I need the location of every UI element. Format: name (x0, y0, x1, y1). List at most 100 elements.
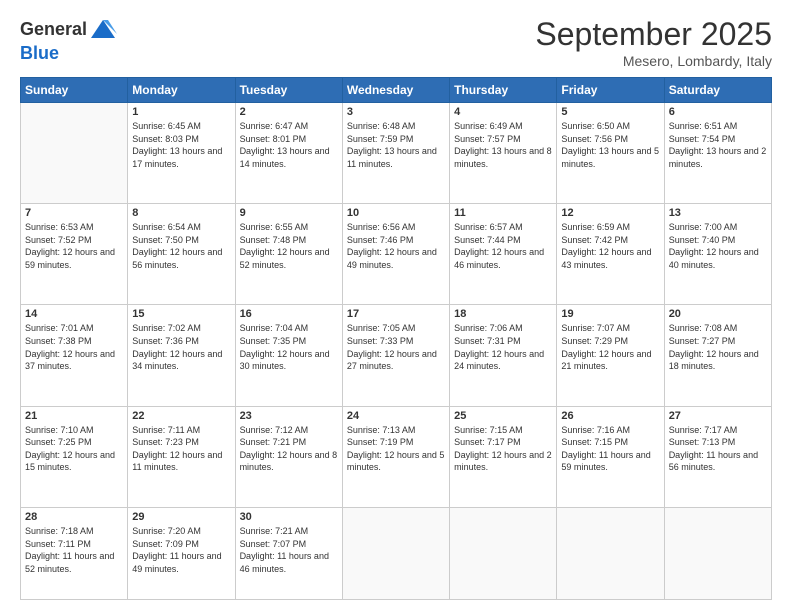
day-number: 13 (669, 207, 767, 219)
day-number: 28 (25, 511, 123, 523)
calendar-header-sunday: Sunday (21, 78, 128, 103)
day-number: 27 (669, 410, 767, 422)
calendar-week-row: 21Sunrise: 7:10 AMSunset: 7:25 PMDayligh… (21, 406, 772, 507)
calendar-cell (450, 507, 557, 599)
calendar-cell: 25 Sunrise: 7:15 AMSunset: 7:17 PMDayligh… (450, 406, 557, 507)
calendar-header-monday: Monday (128, 78, 235, 103)
calendar-cell: 14 Sunrise: 7:01 AMSunset: 7:38 PMDayligh… (21, 305, 128, 406)
day-number: 23 (240, 410, 338, 422)
day-number: 11 (454, 207, 552, 219)
logo-general: General (20, 20, 87, 40)
day-number: 3 (347, 106, 445, 118)
day-number: 6 (669, 106, 767, 118)
day-number: 2 (240, 106, 338, 118)
calendar-cell: 28 Sunrise: 7:18 AMSunset: 7:11 PMDayligh… (21, 507, 128, 599)
day-number: 12 (561, 207, 659, 219)
day-number: 20 (669, 308, 767, 320)
day-number: 15 (132, 308, 230, 320)
day-info: Sunrise: 6:49 AMSunset: 7:57 PMDaylight:… (454, 120, 552, 170)
calendar-cell: 3 Sunrise: 6:48 AMSunset: 7:59 PMDaylight… (342, 103, 449, 204)
day-number: 21 (25, 410, 123, 422)
calendar-header-row: SundayMondayTuesdayWednesdayThursdayFrid… (21, 78, 772, 103)
day-info: Sunrise: 7:13 AMSunset: 7:19 PMDaylight:… (347, 424, 445, 474)
day-info: Sunrise: 7:00 AMSunset: 7:40 PMDaylight:… (669, 221, 767, 271)
calendar-cell: 24 Sunrise: 7:13 AMSunset: 7:19 PMDayligh… (342, 406, 449, 507)
day-info: Sunrise: 7:05 AMSunset: 7:33 PMDaylight:… (347, 322, 445, 372)
calendar-header-wednesday: Wednesday (342, 78, 449, 103)
calendar-cell (342, 507, 449, 599)
day-info: Sunrise: 7:07 AMSunset: 7:29 PMDaylight:… (561, 322, 659, 372)
calendar-week-row: 28 Sunrise: 7:18 AMSunset: 7:11 PMDayligh… (21, 507, 772, 599)
calendar-cell: 6 Sunrise: 6:51 AMSunset: 7:54 PMDaylight… (664, 103, 771, 204)
location: Mesero, Lombardy, Italy (535, 53, 772, 69)
calendar-cell: 19 Sunrise: 7:07 AMSunset: 7:29 PMDayligh… (557, 305, 664, 406)
day-number: 10 (347, 207, 445, 219)
calendar-cell: 13 Sunrise: 7:00 AMSunset: 7:40 PMDayligh… (664, 204, 771, 305)
day-info: Sunrise: 7:08 AMSunset: 7:27 PMDaylight:… (669, 322, 767, 372)
calendar-cell: 15 Sunrise: 7:02 AMSunset: 7:36 PMDayligh… (128, 305, 235, 406)
logo: General Blue (20, 16, 117, 64)
day-number: 25 (454, 410, 552, 422)
calendar-cell: 16 Sunrise: 7:04 AMSunset: 7:35 PMDayligh… (235, 305, 342, 406)
logo-blue: Blue (20, 43, 59, 63)
day-number: 9 (240, 207, 338, 219)
day-info: Sunrise: 6:51 AMSunset: 7:54 PMDaylight:… (669, 120, 767, 170)
calendar-header-friday: Friday (557, 78, 664, 103)
calendar-cell: 8Sunrise: 6:54 AMSunset: 7:50 PMDaylight… (128, 204, 235, 305)
calendar-cell: 5Sunrise: 6:50 AMSunset: 7:56 PMDaylight… (557, 103, 664, 204)
day-info: Sunrise: 7:02 AMSunset: 7:36 PMDaylight:… (132, 322, 230, 372)
calendar-cell: 4Sunrise: 6:49 AMSunset: 7:57 PMDaylight… (450, 103, 557, 204)
day-info: Sunrise: 6:59 AMSunset: 7:42 PMDaylight:… (561, 221, 659, 271)
calendar-cell (664, 507, 771, 599)
day-number: 1 (132, 106, 230, 118)
day-info: Sunrise: 7:06 AMSunset: 7:31 PMDaylight:… (454, 322, 552, 372)
calendar-header-thursday: Thursday (450, 78, 557, 103)
day-number: 14 (25, 308, 123, 320)
day-info: Sunrise: 6:50 AMSunset: 7:56 PMDaylight:… (561, 120, 659, 170)
day-number: 24 (347, 410, 445, 422)
calendar-cell: 2Sunrise: 6:47 AMSunset: 8:01 PMDaylight… (235, 103, 342, 204)
title-section: September 2025 Mesero, Lombardy, Italy (535, 16, 772, 69)
day-number: 26 (561, 410, 659, 422)
day-info: Sunrise: 7:15 AMSunset: 7:17 PMDaylight:… (454, 424, 552, 474)
calendar-cell: 18Sunrise: 7:06 AMSunset: 7:31 PMDayligh… (450, 305, 557, 406)
calendar-header-saturday: Saturday (664, 78, 771, 103)
day-info: Sunrise: 7:01 AMSunset: 7:38 PMDaylight:… (25, 322, 123, 372)
calendar-cell: 1 Sunrise: 6:45 AMSunset: 8:03 PMDaylight… (128, 103, 235, 204)
calendar-cell: 10Sunrise: 6:56 AMSunset: 7:46 PMDayligh… (342, 204, 449, 305)
day-info: Sunrise: 7:12 AMSunset: 7:21 PMDaylight:… (240, 424, 338, 474)
calendar-cell: 26 Sunrise: 7:16 AMSunset: 7:15 PMDayligh… (557, 406, 664, 507)
calendar-cell: 22Sunrise: 7:11 AMSunset: 7:23 PMDayligh… (128, 406, 235, 507)
calendar-cell: 27Sunrise: 7:17 AMSunset: 7:13 PMDayligh… (664, 406, 771, 507)
calendar-cell (557, 507, 664, 599)
day-number: 19 (561, 308, 659, 320)
day-info: Sunrise: 7:20 AMSunset: 7:09 PMDaylight:… (132, 525, 230, 575)
calendar-cell: 12 Sunrise: 6:59 AMSunset: 7:42 PMDayligh… (557, 204, 664, 305)
day-info: Sunrise: 7:18 AMSunset: 7:11 PMDaylight:… (25, 525, 123, 575)
day-number: 7 (25, 207, 123, 219)
day-number: 22 (132, 410, 230, 422)
day-number: 17 (347, 308, 445, 320)
calendar-cell: 21Sunrise: 7:10 AMSunset: 7:25 PMDayligh… (21, 406, 128, 507)
calendar-week-row: 7 Sunrise: 6:53 AMSunset: 7:52 PMDaylight… (21, 204, 772, 305)
month-title: September 2025 (535, 16, 772, 53)
day-info: Sunrise: 6:57 AMSunset: 7:44 PMDaylight:… (454, 221, 552, 271)
calendar-table: SundayMondayTuesdayWednesdayThursdayFrid… (20, 77, 772, 600)
day-info: Sunrise: 7:04 AMSunset: 7:35 PMDaylight:… (240, 322, 338, 372)
calendar-cell: 11 Sunrise: 6:57 AMSunset: 7:44 PMDayligh… (450, 204, 557, 305)
day-info: Sunrise: 7:16 AMSunset: 7:15 PMDaylight:… (561, 424, 659, 474)
day-info: Sunrise: 6:55 AMSunset: 7:48 PMDaylight:… (240, 221, 338, 271)
day-info: Sunrise: 6:48 AMSunset: 7:59 PMDaylight:… (347, 120, 445, 170)
calendar-cell: 9 Sunrise: 6:55 AMSunset: 7:48 PMDaylight… (235, 204, 342, 305)
day-info: Sunrise: 6:53 AMSunset: 7:52 PMDaylight:… (25, 221, 123, 271)
day-number: 30 (240, 511, 338, 523)
logo-icon (89, 16, 117, 44)
day-info: Sunrise: 6:45 AMSunset: 8:03 PMDaylight:… (132, 120, 230, 170)
calendar-header-tuesday: Tuesday (235, 78, 342, 103)
day-number: 29 (132, 511, 230, 523)
page: General Blue September 2025 Mesero, Lomb… (0, 0, 792, 612)
calendar-cell: 7 Sunrise: 6:53 AMSunset: 7:52 PMDaylight… (21, 204, 128, 305)
calendar-week-row: 1 Sunrise: 6:45 AMSunset: 8:03 PMDaylight… (21, 103, 772, 204)
calendar-cell (21, 103, 128, 204)
day-number: 16 (240, 308, 338, 320)
